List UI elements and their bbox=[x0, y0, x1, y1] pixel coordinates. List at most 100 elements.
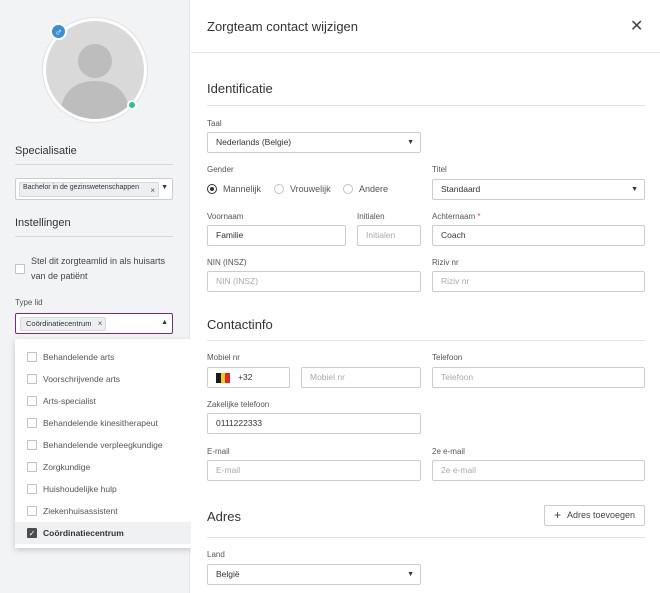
gender-option-label: Mannelijk bbox=[223, 184, 262, 194]
specialisatie-title: Specialisatie bbox=[15, 145, 77, 157]
divider bbox=[15, 236, 173, 237]
email-label: E-mail bbox=[207, 447, 230, 456]
divider bbox=[207, 105, 645, 106]
option-checkbox[interactable] bbox=[27, 352, 37, 362]
type-lid-chip-label: Coördinatiecentrum bbox=[26, 319, 92, 328]
land-label: Land bbox=[207, 550, 225, 559]
gender-radio-andere[interactable] bbox=[343, 184, 353, 194]
option-label: Ziekenhuisassistent bbox=[43, 506, 118, 516]
caret-down-icon: ▼ bbox=[631, 186, 638, 193]
initialen-label: Initialen bbox=[357, 212, 385, 221]
zakelijk-label: Zakelijke telefoon bbox=[207, 400, 270, 409]
land-value: België bbox=[216, 569, 240, 579]
adres-title: Adres bbox=[207, 509, 241, 524]
voornaam-label: Voornaam bbox=[207, 212, 244, 221]
titel-label: Titel bbox=[432, 165, 447, 174]
titel-select[interactable]: Standaard ▼ bbox=[432, 179, 645, 200]
dropdown-option[interactable]: Behandelende kinesitherapeut bbox=[15, 412, 191, 434]
initialen-field[interactable]: Initialen bbox=[357, 225, 421, 246]
option-checkbox[interactable] bbox=[27, 440, 37, 450]
option-label: Zorgkundige bbox=[43, 462, 91, 472]
checkmark-icon[interactable]: ✓ bbox=[27, 528, 37, 538]
email2-label: 2e e-mail bbox=[432, 447, 465, 456]
plus-icon: + bbox=[554, 508, 562, 522]
identificatie-title: Identificatie bbox=[207, 81, 273, 96]
option-label: Behandelende kinesitherapeut bbox=[43, 418, 158, 428]
caret-down-icon: ▼ bbox=[407, 139, 414, 146]
remove-chip-icon[interactable]: × bbox=[150, 187, 155, 195]
option-checkbox[interactable] bbox=[27, 374, 37, 384]
dropdown-option-selected[interactable]: ✓ Coördinatiecentrum bbox=[15, 522, 191, 544]
achternaam-label: Achternaam * bbox=[432, 212, 481, 221]
instellingen-title: Instellingen bbox=[15, 217, 71, 229]
option-checkbox[interactable] bbox=[27, 418, 37, 428]
nin-label: NIN (INSZ) bbox=[207, 258, 247, 267]
contactinfo-title: Contactinfo bbox=[207, 317, 273, 332]
dropdown-option[interactable]: Behandelende verpleegkundige bbox=[15, 434, 191, 456]
option-checkbox[interactable] bbox=[27, 462, 37, 472]
land-select[interactable]: België ▼ bbox=[207, 564, 421, 585]
option-checkbox[interactable] bbox=[27, 484, 37, 494]
dropdown-option[interactable]: Arts-specialist bbox=[15, 390, 191, 412]
option-label: Voorschrijvende arts bbox=[43, 374, 121, 384]
dropdown-option[interactable]: Voorschrijvende arts bbox=[15, 368, 191, 390]
specialisatie-select[interactable]: Bachelor in de gezinswetenschappen × ▼ bbox=[15, 178, 173, 200]
option-checkbox[interactable] bbox=[27, 506, 37, 516]
riziv-field[interactable]: Riziv nr bbox=[432, 271, 645, 292]
dropdown-option[interactable]: Zorgkundige bbox=[15, 456, 191, 478]
close-icon[interactable]: ✕ bbox=[630, 16, 643, 36]
type-lid-dropdown: Behandelende arts Voorschrijvende arts A… bbox=[15, 339, 191, 548]
zakelijk-field[interactable]: 0111222333 bbox=[207, 413, 421, 434]
telefoon-label: Telefoon bbox=[432, 353, 463, 362]
gender-radio-mannelijk[interactable] bbox=[207, 184, 217, 194]
belgium-flag-icon bbox=[216, 373, 231, 383]
profile-panel: ♂ Specialisatie Bachelor in de gezinswet… bbox=[0, 0, 191, 593]
dropdown-option[interactable]: Ziekenhuisassistent bbox=[15, 500, 191, 522]
edit-contact-dialog: Zorgteam contact wijzigen ✕ Identificati… bbox=[191, 0, 660, 593]
mobiel-label: Mobiel nr bbox=[207, 353, 240, 362]
divider bbox=[207, 537, 645, 538]
option-label: Arts-specialist bbox=[43, 396, 96, 406]
caret-down-icon: ▼ bbox=[407, 571, 414, 578]
option-label: Behandelende verpleegkundige bbox=[43, 440, 163, 450]
email-field[interactable]: E-mail bbox=[207, 460, 421, 481]
mobiel-field[interactable]: Mobiel nr bbox=[301, 367, 421, 388]
dialog-header: Zorgteam contact wijzigen ✕ bbox=[191, 0, 660, 53]
achternaam-field[interactable]: Coach bbox=[432, 225, 645, 246]
add-address-button[interactable]: + Adres toevoegen bbox=[544, 505, 645, 526]
gender-label: Gender bbox=[207, 165, 234, 174]
caret-up-icon: ▲ bbox=[161, 319, 168, 326]
huisarts-checkbox[interactable] bbox=[15, 264, 25, 274]
divider bbox=[207, 340, 645, 341]
add-address-label: Adres toevoegen bbox=[567, 510, 636, 520]
dropdown-option[interactable]: Huishoudelijke hulp bbox=[15, 478, 191, 500]
divider bbox=[15, 164, 173, 165]
telefoon-field[interactable]: Telefoon bbox=[432, 367, 645, 388]
dropdown-option[interactable]: Behandelende arts bbox=[15, 346, 191, 368]
country-code-value: +32 bbox=[238, 372, 253, 382]
remove-chip-icon[interactable]: × bbox=[98, 318, 103, 330]
achternaam-label-text: Achternaam bbox=[432, 212, 476, 221]
gender-option-label: Vrouwelijk bbox=[290, 184, 331, 194]
type-lid-label: Type lid bbox=[15, 298, 43, 307]
voornaam-field[interactable]: Familie bbox=[207, 225, 346, 246]
male-symbol-icon: ♂ bbox=[50, 23, 67, 40]
email2-field[interactable]: 2e e-mail bbox=[432, 460, 645, 481]
option-label: Coördinatiecentrum bbox=[43, 528, 124, 538]
type-lid-select[interactable]: Coördinatiecentrum × ▲ bbox=[15, 313, 173, 334]
status-indicator bbox=[127, 100, 137, 110]
gender-option-label: Andere bbox=[359, 184, 389, 194]
country-code-select[interactable]: +32 bbox=[207, 367, 290, 388]
option-label: Huishoudelijke hulp bbox=[43, 484, 117, 494]
taal-label: Taal bbox=[207, 119, 222, 128]
required-marker: * bbox=[477, 212, 481, 221]
huisarts-label: Stel dit zorgteamlid in als huisarts van… bbox=[31, 256, 166, 281]
option-label: Behandelende arts bbox=[43, 352, 115, 362]
option-checkbox[interactable] bbox=[27, 396, 37, 406]
taal-value: Nederlands (Belgie) bbox=[216, 137, 292, 147]
gender-radio-vrouwelijk[interactable] bbox=[274, 184, 284, 194]
dialog-title: Zorgteam contact wijzigen bbox=[207, 19, 359, 34]
nin-field[interactable]: NIN (INSZ) bbox=[207, 271, 421, 292]
caret-down-icon: ▼ bbox=[161, 184, 168, 191]
taal-select[interactable]: Nederlands (Belgie) ▼ bbox=[207, 132, 421, 153]
